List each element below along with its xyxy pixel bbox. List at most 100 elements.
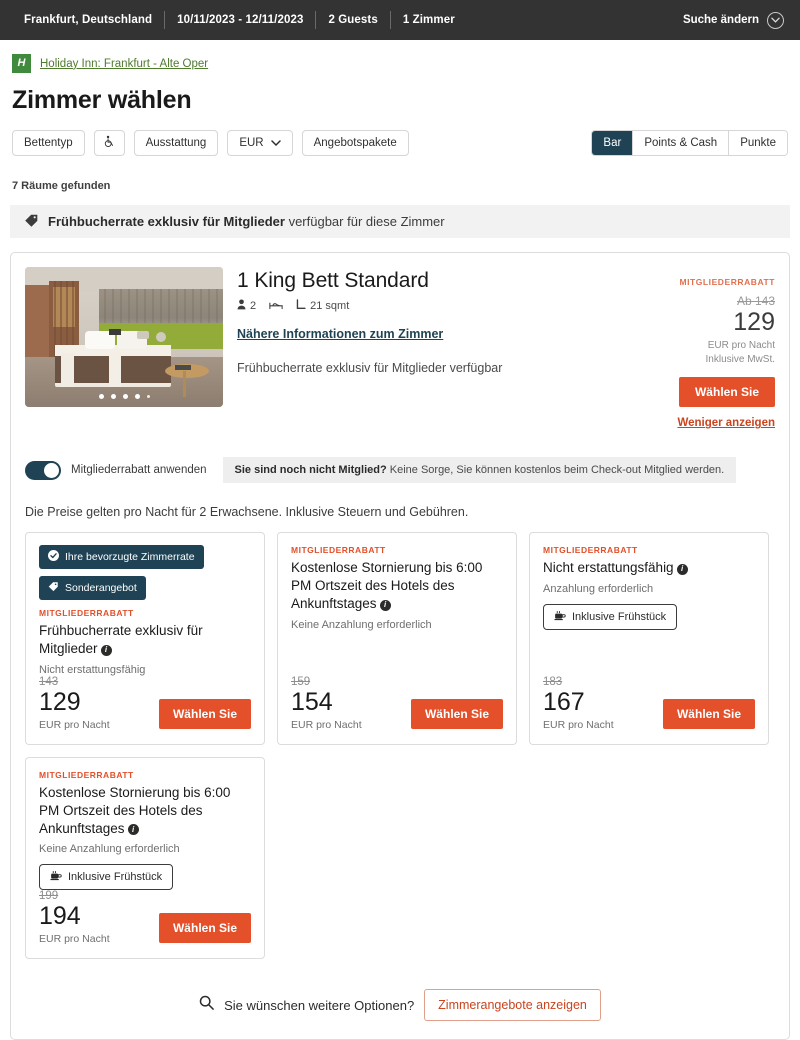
- info-icon[interactable]: i: [379, 599, 391, 611]
- search-guests[interactable]: 2 Guests: [316, 14, 389, 26]
- rate-card: Ihre bevorzugte Zimmerrate Sonderangebot…: [25, 532, 265, 745]
- room-occupancy-value: 2: [250, 300, 257, 312]
- rate-price-amount: 194: [39, 902, 81, 931]
- filter-packages-label: Angebotspakete: [313, 137, 397, 149]
- filter-group: Bettentyp Ausstattung EUR Angebotspakete: [12, 130, 591, 156]
- search-dates[interactable]: 10/11/2023 - 12/11/2023: [165, 14, 315, 26]
- search-destination[interactable]: Frankfurt, Deutschland: [24, 14, 164, 26]
- room-card: 1 King Bett Standard 2 21 sqmt Nähere In…: [10, 252, 790, 1040]
- search-rooms[interactable]: 1 Zimmer: [391, 14, 467, 26]
- promo-banner-text: Frühbucherrate exklusiv für Mitglieder v…: [48, 214, 445, 229]
- rate-member-label: MITGLIEDERRABATT: [543, 545, 638, 556]
- room-original-price: Ab 143: [736, 294, 775, 308]
- info-icon[interactable]: i: [676, 564, 688, 576]
- bed-icon: [269, 300, 283, 313]
- badge-label: Ihre bevorzugte Zimmerrate: [65, 551, 195, 564]
- coffee-cup-icon: [50, 870, 62, 884]
- hotel-name-link[interactable]: Holiday Inn: Frankfurt - Alte Oper: [40, 58, 208, 70]
- room-subtitle: Frühbucherrate exklusiv für Mitglieder v…: [237, 361, 503, 375]
- rate-title: Frühbucherrate exklusiv für Mitglieder i: [39, 622, 251, 658]
- info-icon[interactable]: i: [100, 644, 112, 656]
- change-search-label: Suche ändern: [682, 14, 759, 26]
- select-rate-button[interactable]: Wählen Sie: [158, 913, 251, 944]
- promo-banner-rest: verfügbar für diese Zimmer: [284, 214, 445, 229]
- carousel-dots[interactable]: [25, 394, 223, 399]
- select-room-button[interactable]: Wählen Sie: [678, 377, 775, 408]
- rate-price-amount: 154: [291, 687, 333, 716]
- badge-special-offer: Sonderangebot: [39, 576, 146, 601]
- rate-prices: 143 129 EUR pro Nacht: [39, 676, 159, 731]
- check-circle-icon: [48, 550, 59, 564]
- show-less-link[interactable]: Weniger anzeigen: [643, 417, 775, 429]
- rate-title: Kostenlose Stornierung bis 6:00 PM Ortsz…: [39, 784, 251, 837]
- rate-card-list: Ihre bevorzugte Zimmerrate Sonderangebot…: [25, 532, 775, 960]
- rate-footer: 183 167 EUR pro Nacht Wählen Sie: [543, 676, 755, 731]
- price-disclaimer: Die Preise gelten pro Nacht für 2 Erwach…: [25, 505, 469, 520]
- rate-member-label: MITGLIEDERRABATT: [291, 545, 386, 556]
- room-price-block: MITGLIEDERRABATT Ab 143 129 EUR pro Nach…: [643, 267, 775, 429]
- filter-accessibility[interactable]: [93, 130, 125, 156]
- member-discount-label-text: Mitgliederrabatt anwenden: [71, 464, 207, 477]
- info-icon[interactable]: i: [127, 824, 139, 836]
- room-image-carousel[interactable]: [25, 267, 223, 407]
- tab-points[interactable]: Punkte: [729, 131, 787, 155]
- carousel-dot[interactable]: [146, 395, 150, 398]
- room-photo: [25, 267, 223, 407]
- room-details-link[interactable]: Nähere Informationen zum Zimmer: [237, 327, 443, 341]
- tab-bar[interactable]: Bar: [592, 131, 634, 155]
- badge-preferred-rate: Ihre bevorzugte Zimmerrate: [39, 545, 204, 570]
- room-card-header: 1 King Bett Standard 2 21 sqmt Nähere In…: [25, 267, 775, 429]
- carousel-dot[interactable]: [122, 394, 128, 399]
- area-icon: [296, 299, 306, 313]
- rate-price-amount: 129: [39, 687, 81, 716]
- more-options-row: Sie wünschen weitere Optionen? Zimmerang…: [25, 989, 775, 1022]
- rate-footer: 159 154 EUR pro Nacht Wählen Sie: [291, 676, 503, 731]
- tab-points-and-cash[interactable]: Points & Cash: [633, 131, 730, 155]
- currency-select[interactable]: EUR: [227, 130, 293, 156]
- room-name: 1 King Bett Standard: [237, 269, 429, 292]
- room-occupancy: 2: [237, 299, 256, 313]
- member-signup-note: Sie sind noch nicht Mitglied? Keine Sorg…: [222, 457, 737, 484]
- breakfast-included-pill: Inklusive Frühstück: [39, 864, 174, 891]
- rate-member-label: MITGLIEDERRABATT: [39, 608, 134, 619]
- rate-subtitle: Keine Anzahlung erforderlich: [291, 618, 432, 631]
- rate-price-unit: EUR pro Nacht: [39, 718, 110, 731]
- breakfast-label: Inklusive Frühstück: [572, 611, 667, 624]
- tag-icon: [24, 213, 39, 231]
- rate-price-unit: EUR pro Nacht: [291, 718, 362, 731]
- change-search-button[interactable]: Suche ändern: [682, 11, 784, 29]
- show-room-offers-button[interactable]: Zimmerangebote anzeigen: [424, 989, 601, 1022]
- rate-original-price: 199: [39, 890, 59, 903]
- chevron-down-icon: [270, 137, 281, 149]
- rate-price-amount: 167: [543, 687, 585, 716]
- hotel-logo-icon: H: [12, 54, 31, 73]
- member-discount-switch[interactable]: [25, 460, 61, 480]
- room-size: 21 sqmt: [296, 299, 349, 313]
- rate-card: MITGLIEDERRABATT Nicht erstattungsfähig i…: [529, 532, 769, 745]
- room-photo-illustration: [25, 267, 223, 407]
- select-rate-button[interactable]: Wählen Sie: [662, 698, 755, 729]
- select-rate-button[interactable]: Wählen Sie: [158, 698, 251, 729]
- carousel-dot[interactable]: [110, 394, 116, 399]
- room-price-unit-1: EUR pro Nacht: [707, 340, 775, 352]
- carousel-dot[interactable]: [98, 394, 104, 399]
- rate-price-unit: EUR pro Nacht: [39, 933, 110, 946]
- filter-packages[interactable]: Angebotspakete: [301, 130, 409, 156]
- breakfast-label: Inklusive Frühstück: [68, 871, 163, 884]
- carousel-dot[interactable]: [134, 394, 140, 399]
- rate-member-label: MITGLIEDERRABATT: [39, 769, 134, 780]
- select-rate-button[interactable]: Wählen Sie: [410, 698, 503, 729]
- filter-bed-type[interactable]: Bettentyp: [12, 130, 85, 156]
- rate-original-price: 183: [543, 675, 563, 688]
- rate-title: Nicht erstattungsfähig i: [543, 559, 755, 577]
- rate-card: MITGLIEDERRABATT Kostenlose Stornierung …: [25, 756, 265, 960]
- rate-price-unit: EUR pro Nacht: [543, 718, 614, 731]
- room-price-unit-2: Inklusive MwSt.: [705, 353, 775, 365]
- breakfast-included-pill: Inklusive Frühstück: [543, 604, 678, 631]
- promo-banner: Frühbucherrate exklusiv für Mitglieder v…: [10, 205, 790, 238]
- promo-banner-bold: Frühbucherrate exklusiv für Mitglieder: [48, 214, 285, 229]
- rate-title: Kostenlose Stornierung bis 6:00 PM Ortsz…: [291, 559, 503, 612]
- filter-amenities[interactable]: Ausstattung: [133, 130, 219, 156]
- page-title: Zimmer wählen: [12, 86, 192, 114]
- more-options-text: Sie wünschen weitere Optionen?: [224, 997, 415, 1013]
